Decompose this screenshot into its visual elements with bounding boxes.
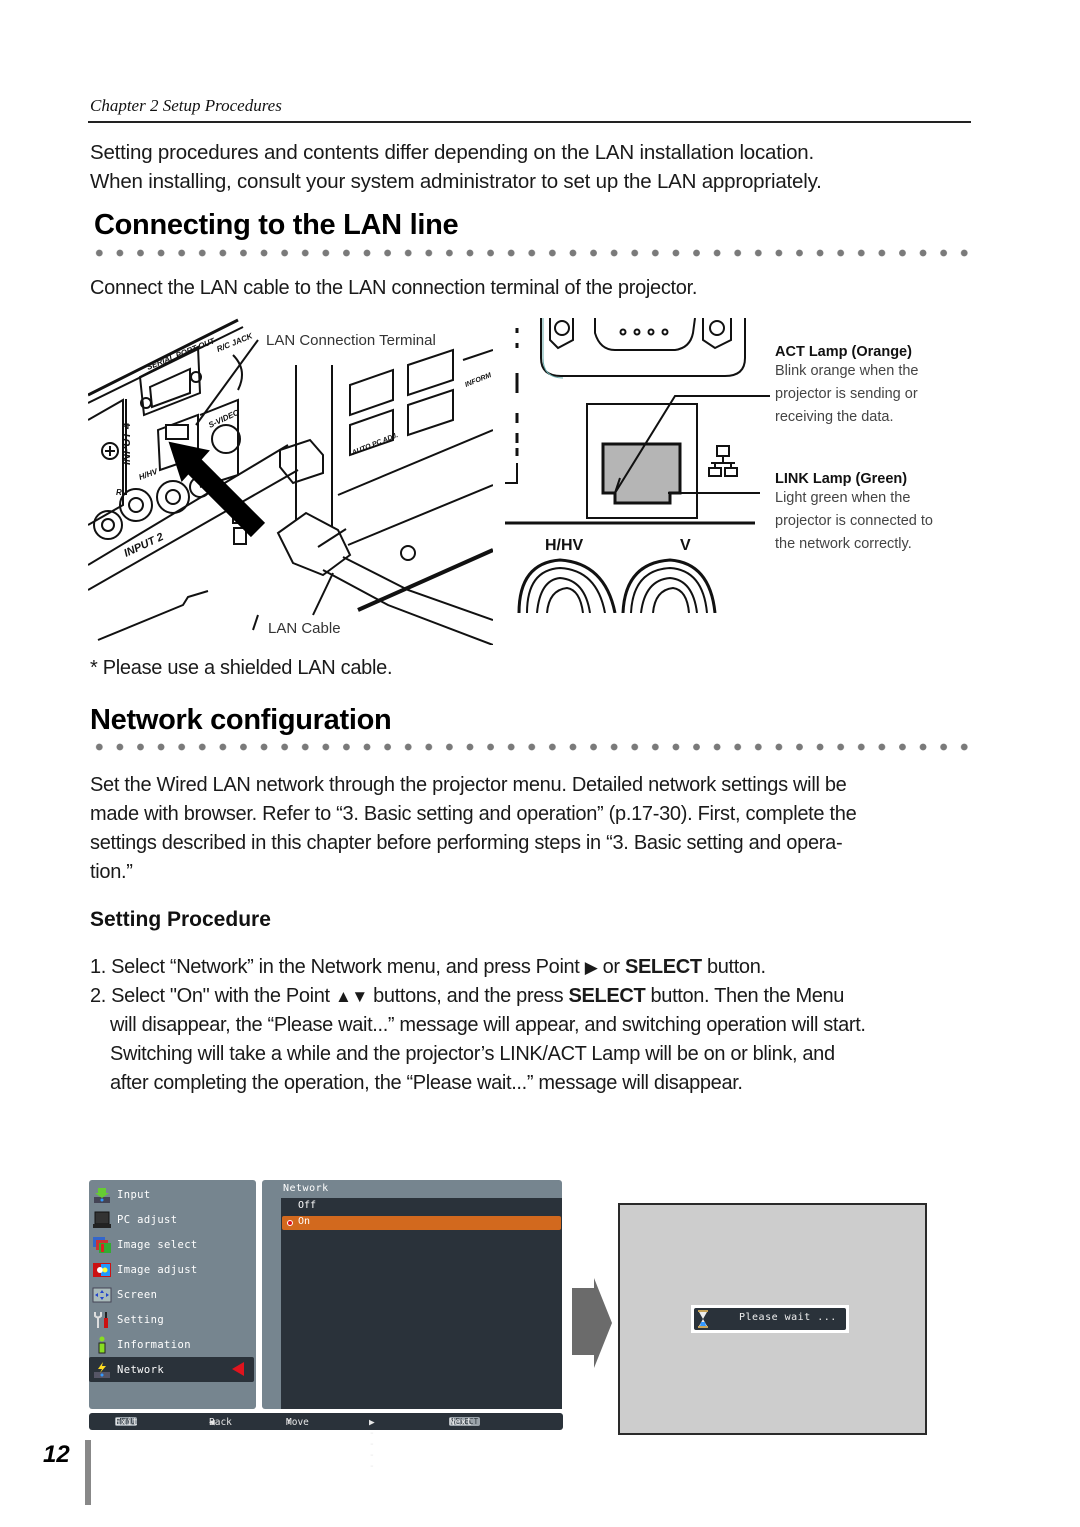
menu-item-information[interactable]: Information xyxy=(89,1332,256,1357)
panel-label-input2: INPUT 2 xyxy=(122,531,165,560)
network-paragraph: Set the Wired LAN network through the pr… xyxy=(90,771,980,887)
link-lamp-title: LINK Lamp (Green) xyxy=(775,471,908,487)
menu-item-image-select[interactable]: Image select xyxy=(89,1232,256,1257)
chapter-header: Chapter 2 Setup Procedures xyxy=(90,96,282,115)
label-lan-cable: LAN Cable xyxy=(268,620,341,637)
act-lamp-callout: ACT Lamp (Orange) Blink orange when the … xyxy=(775,344,975,429)
input-icon xyxy=(94,1187,110,1203)
hourglass-icon xyxy=(698,1310,708,1328)
step-2-line: will disappear, the “Please wait...” mes… xyxy=(110,1014,866,1036)
panel-label-r: R xyxy=(116,488,122,497)
step-2-pre: 2. Select "On" with the Point xyxy=(90,985,335,1007)
network-paragraph-line: made with browser. Refer to “3. Basic se… xyxy=(90,803,857,825)
intro-paragraph: Setting procedures and contents differ d… xyxy=(90,138,980,196)
menu-pointer-icon xyxy=(232,1362,244,1376)
pc-adjust-icon xyxy=(93,1211,111,1228)
point-up-down-icon: ▲▼ xyxy=(334,987,368,1006)
page-marker-bar xyxy=(85,1440,91,1505)
projector-panel-illustration: SERIAL PORT OUT R/C JACK INPUT 4 INPUT 2… xyxy=(88,318,493,645)
intro-line-1: Setting procedures and contents differ d… xyxy=(90,141,815,164)
menu-item-screen[interactable]: Screen xyxy=(89,1282,256,1307)
shielded-cable-note: * Please use a shielded LAN cable. xyxy=(90,657,393,679)
step-1-post: button. xyxy=(701,956,766,978)
section-title-network: Network configuration xyxy=(90,704,392,736)
osd-footer-bar: MENU Exit ◀ Back ⬍ Move ▶ ----- SELECT Next xyxy=(89,1413,563,1472)
act-lamp-line-1: Blink orange when the xyxy=(775,363,919,379)
osd-submenu: Network Off On xyxy=(262,1180,562,1409)
osd-main-menu: Input PC adjust Image select Image adjus… xyxy=(89,1180,256,1409)
label-lan-terminal: LAN Connection Terminal xyxy=(266,332,436,349)
network-paragraph-line: Set the Wired LAN network through the pr… xyxy=(90,774,847,796)
link-lamp-line-2: projector is connected to xyxy=(775,513,933,529)
section-title-lan: Connecting to the LAN line xyxy=(94,209,459,241)
menu-item-network[interactable]: Network xyxy=(89,1357,254,1382)
selected-dot-icon xyxy=(287,1220,293,1226)
step-2-mid: buttons, and the press xyxy=(367,985,569,1007)
screen-icon xyxy=(92,1287,112,1302)
dotted-divider xyxy=(89,742,975,752)
header-rule xyxy=(88,121,971,123)
dotted-divider xyxy=(89,248,975,258)
network-icon xyxy=(94,1361,110,1378)
step-1: 1. Select “Network” in the Network menu,… xyxy=(90,953,980,982)
image-select-icon xyxy=(93,1236,111,1253)
information-icon xyxy=(98,1336,106,1353)
lan-port-detail-illustration xyxy=(505,318,770,613)
act-lamp-line-2: projector is sending or xyxy=(775,386,918,402)
link-lamp-line-1: Light green when the xyxy=(775,490,911,506)
setting-procedure-heading: Setting Procedure xyxy=(90,908,271,931)
select-key-label: SELECT xyxy=(624,956,702,978)
network-paragraph-line: tion.” xyxy=(90,861,133,883)
label-v: V xyxy=(680,537,691,554)
setting-icon xyxy=(94,1311,108,1328)
step-2-line: after completing the operation, the “Ple… xyxy=(110,1072,743,1094)
intro-line-2: When installing, consult your system adm… xyxy=(90,170,822,193)
lan-instruction: Connect the LAN cable to the LAN connect… xyxy=(90,277,698,299)
point-right-icon: ▶ xyxy=(584,958,598,977)
transition-arrow-icon xyxy=(572,1278,612,1368)
menu-item-setting[interactable]: Setting xyxy=(89,1307,256,1332)
image-adjust-icon xyxy=(93,1262,111,1277)
please-wait-text: Please wait ... xyxy=(739,1312,837,1323)
step-2-post: button. Then the Menu xyxy=(645,985,845,1007)
label-hhv: H/HV xyxy=(545,537,584,554)
select-key-label: SELECT xyxy=(568,985,646,1007)
submenu-options: Off On xyxy=(281,1198,562,1409)
menu-item-image-adjust[interactable]: Image adjust xyxy=(89,1257,256,1282)
panel-label-serial: SERIAL PORT OUT xyxy=(145,336,217,372)
panel-label-rcjack: R/C JACK xyxy=(215,331,255,354)
step-2: 2. Select "On" with the Point ▲▼ buttons… xyxy=(90,982,980,1098)
network-paragraph-line: settings described in this chapter befor… xyxy=(90,832,843,854)
panel-label-inform: INFORM xyxy=(464,372,492,389)
menu-item-input[interactable]: Input xyxy=(89,1182,256,1207)
link-lamp-line-3: the network correctly. xyxy=(775,536,912,552)
act-lamp-line-3: receiving the data. xyxy=(775,409,894,425)
option-off[interactable]: Off xyxy=(298,1200,316,1211)
step-1-mid: or xyxy=(597,956,625,978)
panel-label-autopc: AUTO PC ADJ. xyxy=(350,432,399,457)
panel-label-input4: INPUT 4 xyxy=(121,423,133,465)
link-lamp-callout: LINK Lamp (Green) Light green when the p… xyxy=(775,471,975,556)
page-number: 12 xyxy=(43,1441,70,1468)
please-wait-dialog: Please wait ... xyxy=(691,1305,849,1333)
option-on[interactable]: On xyxy=(282,1216,561,1230)
panel-label-hhv: H/HV xyxy=(138,467,160,482)
submenu-title: Network xyxy=(283,1183,329,1194)
menu-item-pc-adjust[interactable]: PC adjust xyxy=(89,1207,256,1232)
step-2-line: Switching will take a while and the proj… xyxy=(110,1043,835,1065)
step-1-pre: 1. Select “Network” in the Network menu,… xyxy=(90,956,585,978)
act-lamp-title: ACT Lamp (Orange) xyxy=(775,344,912,360)
